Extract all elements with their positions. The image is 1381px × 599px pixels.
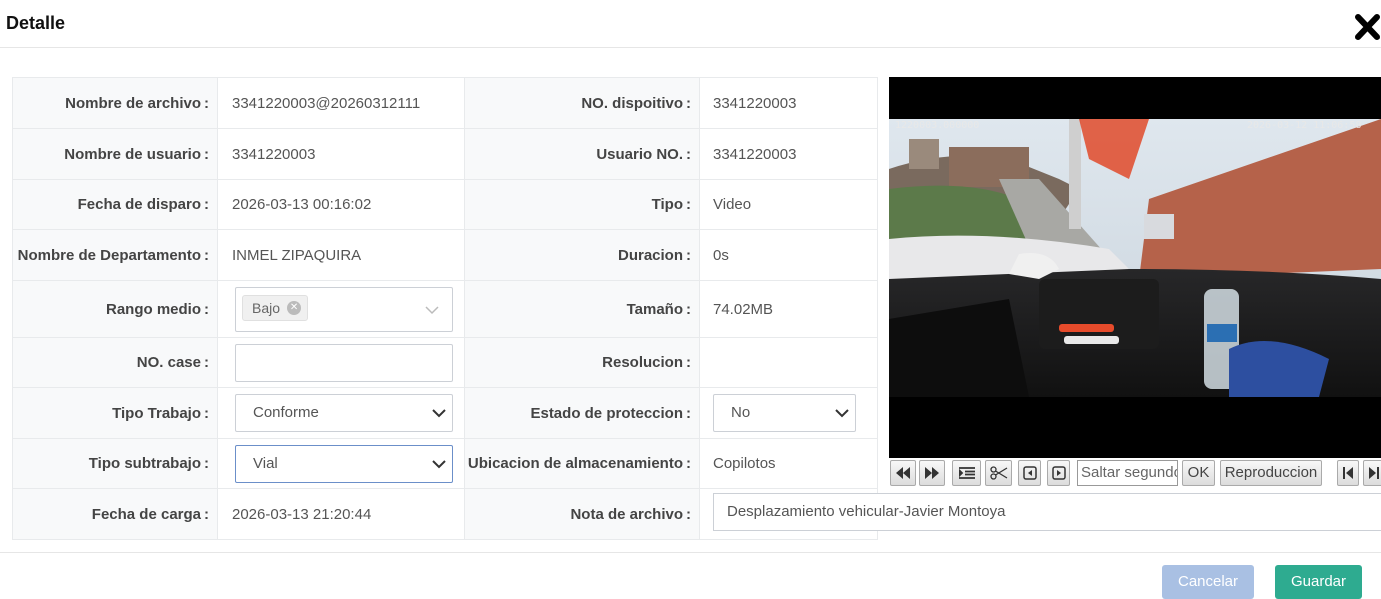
user-no-value: 3341220003 [699,128,878,180]
storage-location-value: Copilotos [699,438,878,489]
protection-state-value: No [731,404,751,421]
skip-start-icon [1343,467,1353,479]
resolution-value [699,337,878,388]
clip-button[interactable] [985,460,1012,486]
trigger-date-value: 2026-03-13 00:16:02 [217,179,465,230]
dialog-header: Detalle [0,0,1381,48]
label-duration: Duracion: [464,229,700,281]
playback-button[interactable]: Reproduccion [1220,460,1322,486]
step-back-icon [1022,466,1037,480]
duration-value: 0s [699,229,878,281]
label-storage-location: Ubicacion de almacenamiento: [464,438,700,489]
label-trigger-date: Fecha de disparo: [12,179,218,230]
list-button[interactable] [952,460,981,486]
rewind-button[interactable] [890,460,916,486]
work-subtype-value: Vial [253,454,278,472]
first-button[interactable] [1337,460,1359,486]
video-player[interactable]: 1220003.000000 2026-03-12 11:06:58 [889,77,1381,461]
label-work-type: Tipo Trabajo: [12,387,218,439]
osd-timestamp: 2026-03-12 11:06:58 [1247,120,1362,131]
upload-date-value: 2026-03-13 21:20:44 [217,488,465,540]
prev-frame-button[interactable] [1018,460,1041,486]
save-button[interactable]: Guardar [1275,565,1362,599]
ok-button[interactable]: OK [1182,460,1215,486]
fast-forward-button[interactable] [919,460,945,486]
label-device-no: NO. dispoitivo: [464,77,700,129]
size-value: 74.02MB [699,280,878,338]
chevron-down-icon [432,409,446,418]
label-work-subtype: Tipo subtrabajo: [12,438,218,489]
cancel-button[interactable]: Cancelar [1162,565,1254,599]
file-name-value: 3341220003@20260312111 [217,77,465,129]
department-value: INMEL ZIPAQUIRA [217,229,465,281]
label-file-name: Nombre de archivo: [12,77,218,129]
label-risk-range: Rango medio: [12,280,218,338]
chevron-down-icon [425,305,439,314]
dialog-title: Detalle [6,13,66,33]
last-button[interactable] [1363,460,1381,486]
label-size: Tamaño: [464,280,700,338]
label-department: Nombre de Departamento: [12,229,218,281]
risk-tag: Bajo ✕ [242,294,309,321]
label-resolution: Resolucion: [464,337,700,388]
next-frame-button[interactable] [1047,460,1070,486]
label-upload-date: Fecha de carga: [12,488,218,540]
protection-state-select[interactable]: No [713,394,856,432]
work-subtype-select[interactable]: Vial [235,444,453,483]
remove-tag-icon[interactable]: ✕ [287,300,302,315]
user-name-value: 3341220003 [217,128,465,180]
close-icon[interactable] [1354,12,1381,42]
list-indent-icon [957,467,975,479]
label-file-note: Nota de archivo: [464,488,700,540]
chevron-down-icon [432,459,446,468]
rewind-icon [896,467,910,479]
label-case-no: NO. case: [12,337,218,388]
video-frame [889,119,1381,397]
chevron-down-icon [835,409,849,418]
osd-device-id: 1220003.000000 [895,120,980,131]
video-controls: Saltar segundos OK Reproduccion [889,458,1381,488]
label-type: Tipo: [464,179,700,230]
label-user-no: Usuario NO.: [464,128,700,180]
label-protection-state: Estado de proteccion: [464,387,700,439]
step-forward-icon [1051,466,1066,480]
fast-forward-icon [925,467,939,479]
device-no-value: 3341220003 [699,77,878,129]
work-type-select[interactable]: Conforme [235,394,453,432]
risk-range-select[interactable]: Bajo ✕ [235,286,453,332]
case-no-input[interactable] [235,343,453,382]
scissors-icon [989,466,1007,480]
file-note-input[interactable]: Desplazamiento vehicular-Javier Montoya [713,493,1381,531]
detail-form: Nombre de archivo: 3341220003@2026031211… [12,77,878,540]
skip-seconds-input[interactable]: Saltar segundos [1077,460,1178,486]
skip-end-icon [1369,467,1379,479]
label-user-name: Nombre de usuario: [12,128,218,180]
work-type-value: Conforme [253,404,319,421]
type-value: Video [699,179,878,230]
